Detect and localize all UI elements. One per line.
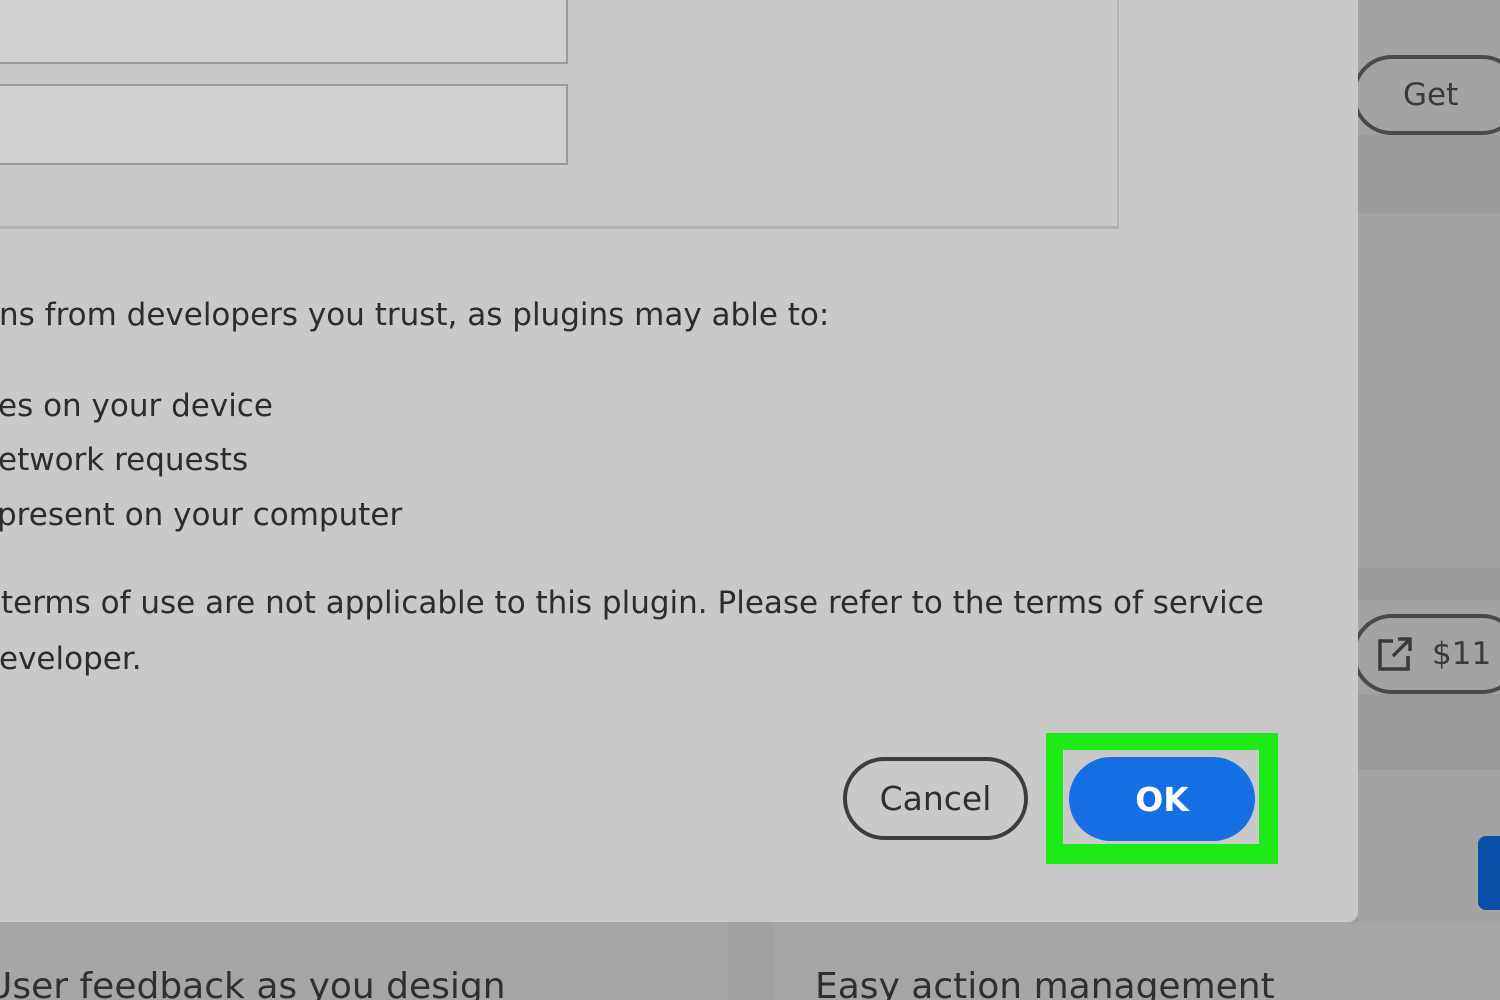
external-link-icon [1378,637,1412,671]
terms-text: terms of use are not applicable to this … [1,585,1264,621]
info-field [0,0,568,64]
get-button-label: Get [1403,77,1459,113]
background-band [1358,135,1500,213]
feature-card-title: User feedback as you design [0,966,506,1000]
info-field [0,84,568,165]
background-band [1358,568,1500,600]
get-button[interactable]: Get [1352,55,1500,135]
feature-card-title: Easy action management [815,966,1275,1000]
terms-text: eveloper. [0,641,142,677]
capability-list-item: present on your computer [0,497,403,533]
background-blue-button[interactable] [1478,836,1500,910]
feature-card: Easy action management [773,922,1500,1000]
capability-list-item: etwork requests [0,442,249,478]
ok-button-label: OK [1135,779,1189,819]
dialog-intro-text: ns from developers you trust, as plugins… [0,297,830,333]
feature-card: User feedback as you design [0,922,728,1000]
price-button[interactable]: $11 [1352,614,1500,694]
capability-list-item: es on your device [0,388,273,424]
price-button-label: $11 [1432,636,1492,672]
cancel-button[interactable]: Cancel [843,757,1028,840]
cancel-button-label: Cancel [879,779,992,818]
background-band [1358,694,1500,770]
ok-button[interactable]: OK [1069,757,1255,841]
